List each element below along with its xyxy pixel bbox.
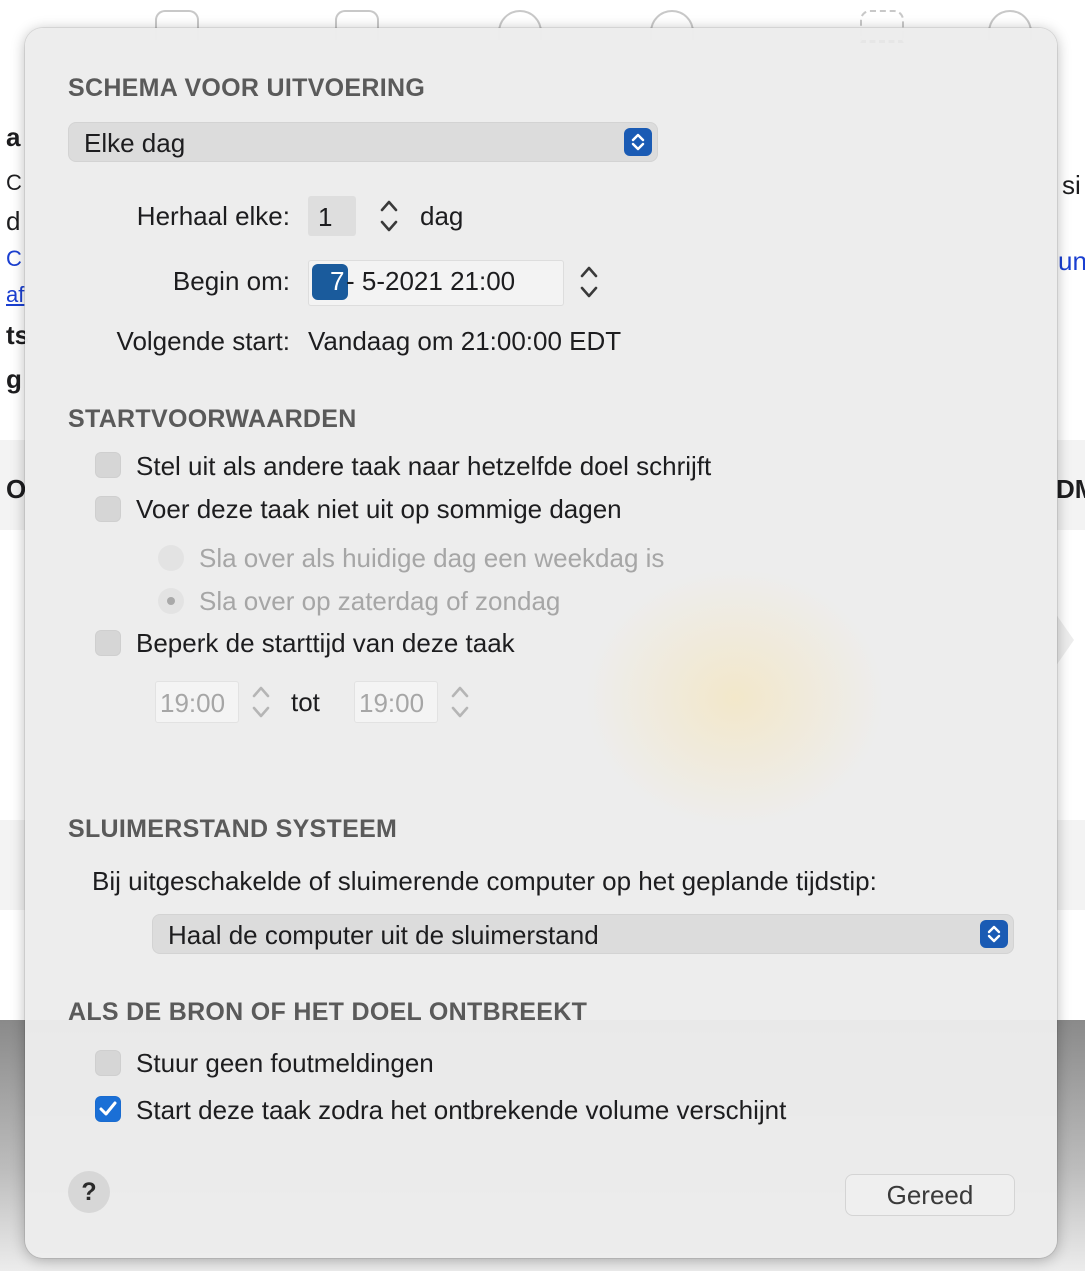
- begin-datetime-stepper[interactable]: [576, 260, 602, 304]
- begin-datetime-rest[interactable]: - 5-2021 21:00: [346, 266, 515, 297]
- limit-start-time-label: Beperk de starttijd van deze taak: [136, 628, 515, 658]
- repeat-unit-label: dag: [420, 201, 464, 231]
- time-to-value: 19:00: [359, 688, 425, 718]
- background-link: un: [1058, 246, 1085, 276]
- frequency-select-value: Elke dag: [84, 128, 186, 158]
- done-button[interactable]: Gereed: [845, 1174, 1015, 1216]
- repeat-interval-stepper[interactable]: [376, 194, 402, 238]
- repeat-interval-value: 1: [318, 202, 333, 232]
- checkmark-icon: [99, 1101, 117, 1116]
- background-text: d: [6, 206, 21, 236]
- repeat-interval-field[interactable]: 1: [308, 196, 356, 236]
- time-to-label: tot: [291, 687, 320, 717]
- no-errors-checkbox[interactable]: [95, 1050, 121, 1076]
- chevron-updown-icon: [624, 128, 652, 156]
- background-text: C: [6, 170, 22, 195]
- background-link: af: [6, 282, 25, 307]
- time-from-stepper[interactable]: [248, 680, 274, 724]
- background-text: si: [1062, 170, 1081, 200]
- next-start-label: Volgende start:: [116, 326, 290, 356]
- sleep-action-select[interactable]: Haal de computer uit de sluimerstand: [152, 914, 1014, 954]
- background-text: a: [6, 122, 21, 152]
- background-glow: [585, 568, 885, 828]
- skip-weekday-label: Sla over als huidige dag een weekdag is: [199, 543, 665, 573]
- sleep-description: Bij uitgeschakelde of sluimerende comput…: [92, 866, 877, 896]
- background-link: C: [6, 246, 22, 271]
- start-on-volume-label: Start deze taak zodra het ontbrekende vo…: [136, 1095, 787, 1125]
- time-from-value: 19:00: [160, 688, 226, 718]
- background-text: O: [6, 474, 27, 504]
- begin-label: Begin om:: [172, 266, 290, 296]
- postpone-checkbox[interactable]: [95, 452, 121, 478]
- background-text: DM: [1056, 474, 1085, 504]
- skip-weekday-radio[interactable]: [158, 545, 184, 571]
- repeat-label: Herhaal elke:: [136, 201, 290, 231]
- background-text: g: [6, 364, 22, 394]
- skip-weekend-label: Sla over op zaterdag of zondag: [199, 586, 561, 616]
- postpone-label: Stel uit als andere taak naar hetzelfde …: [136, 451, 712, 481]
- begin-day-segment[interactable]: 7: [330, 266, 344, 297]
- skip-days-checkbox[interactable]: [95, 496, 121, 522]
- sleep-section-title: SLUIMERSTAND SYSTEEM: [68, 815, 398, 843]
- start-on-volume-checkbox[interactable]: [95, 1096, 121, 1122]
- conditions-section-title: STARTVOORWAARDEN: [68, 405, 357, 433]
- schedule-section-title: SCHEMA VOOR UITVOERING: [68, 74, 426, 102]
- no-errors-label: Stuur geen foutmeldingen: [136, 1048, 434, 1078]
- skip-days-label: Voer deze taak niet uit op sommige dagen: [136, 494, 622, 524]
- time-to-stepper[interactable]: [447, 680, 473, 724]
- time-from-field[interactable]: 19:00: [155, 681, 239, 723]
- sleep-action-value: Haal de computer uit de sluimerstand: [168, 920, 599, 950]
- radio-dot: [167, 597, 175, 605]
- help-button[interactable]: ?: [68, 1171, 110, 1213]
- time-to-field[interactable]: 19:00: [354, 681, 438, 723]
- limit-start-time-checkbox[interactable]: [95, 630, 121, 656]
- next-start-value: Vandaag om 21:00:00 EDT: [308, 326, 622, 356]
- frequency-select[interactable]: Elke dag: [68, 122, 658, 162]
- chevron-updown-icon: [980, 920, 1008, 948]
- missing-section-title: ALS DE BRON OF HET DOEL ONTBREEKT: [68, 998, 588, 1026]
- skip-weekend-radio[interactable]: [158, 588, 184, 614]
